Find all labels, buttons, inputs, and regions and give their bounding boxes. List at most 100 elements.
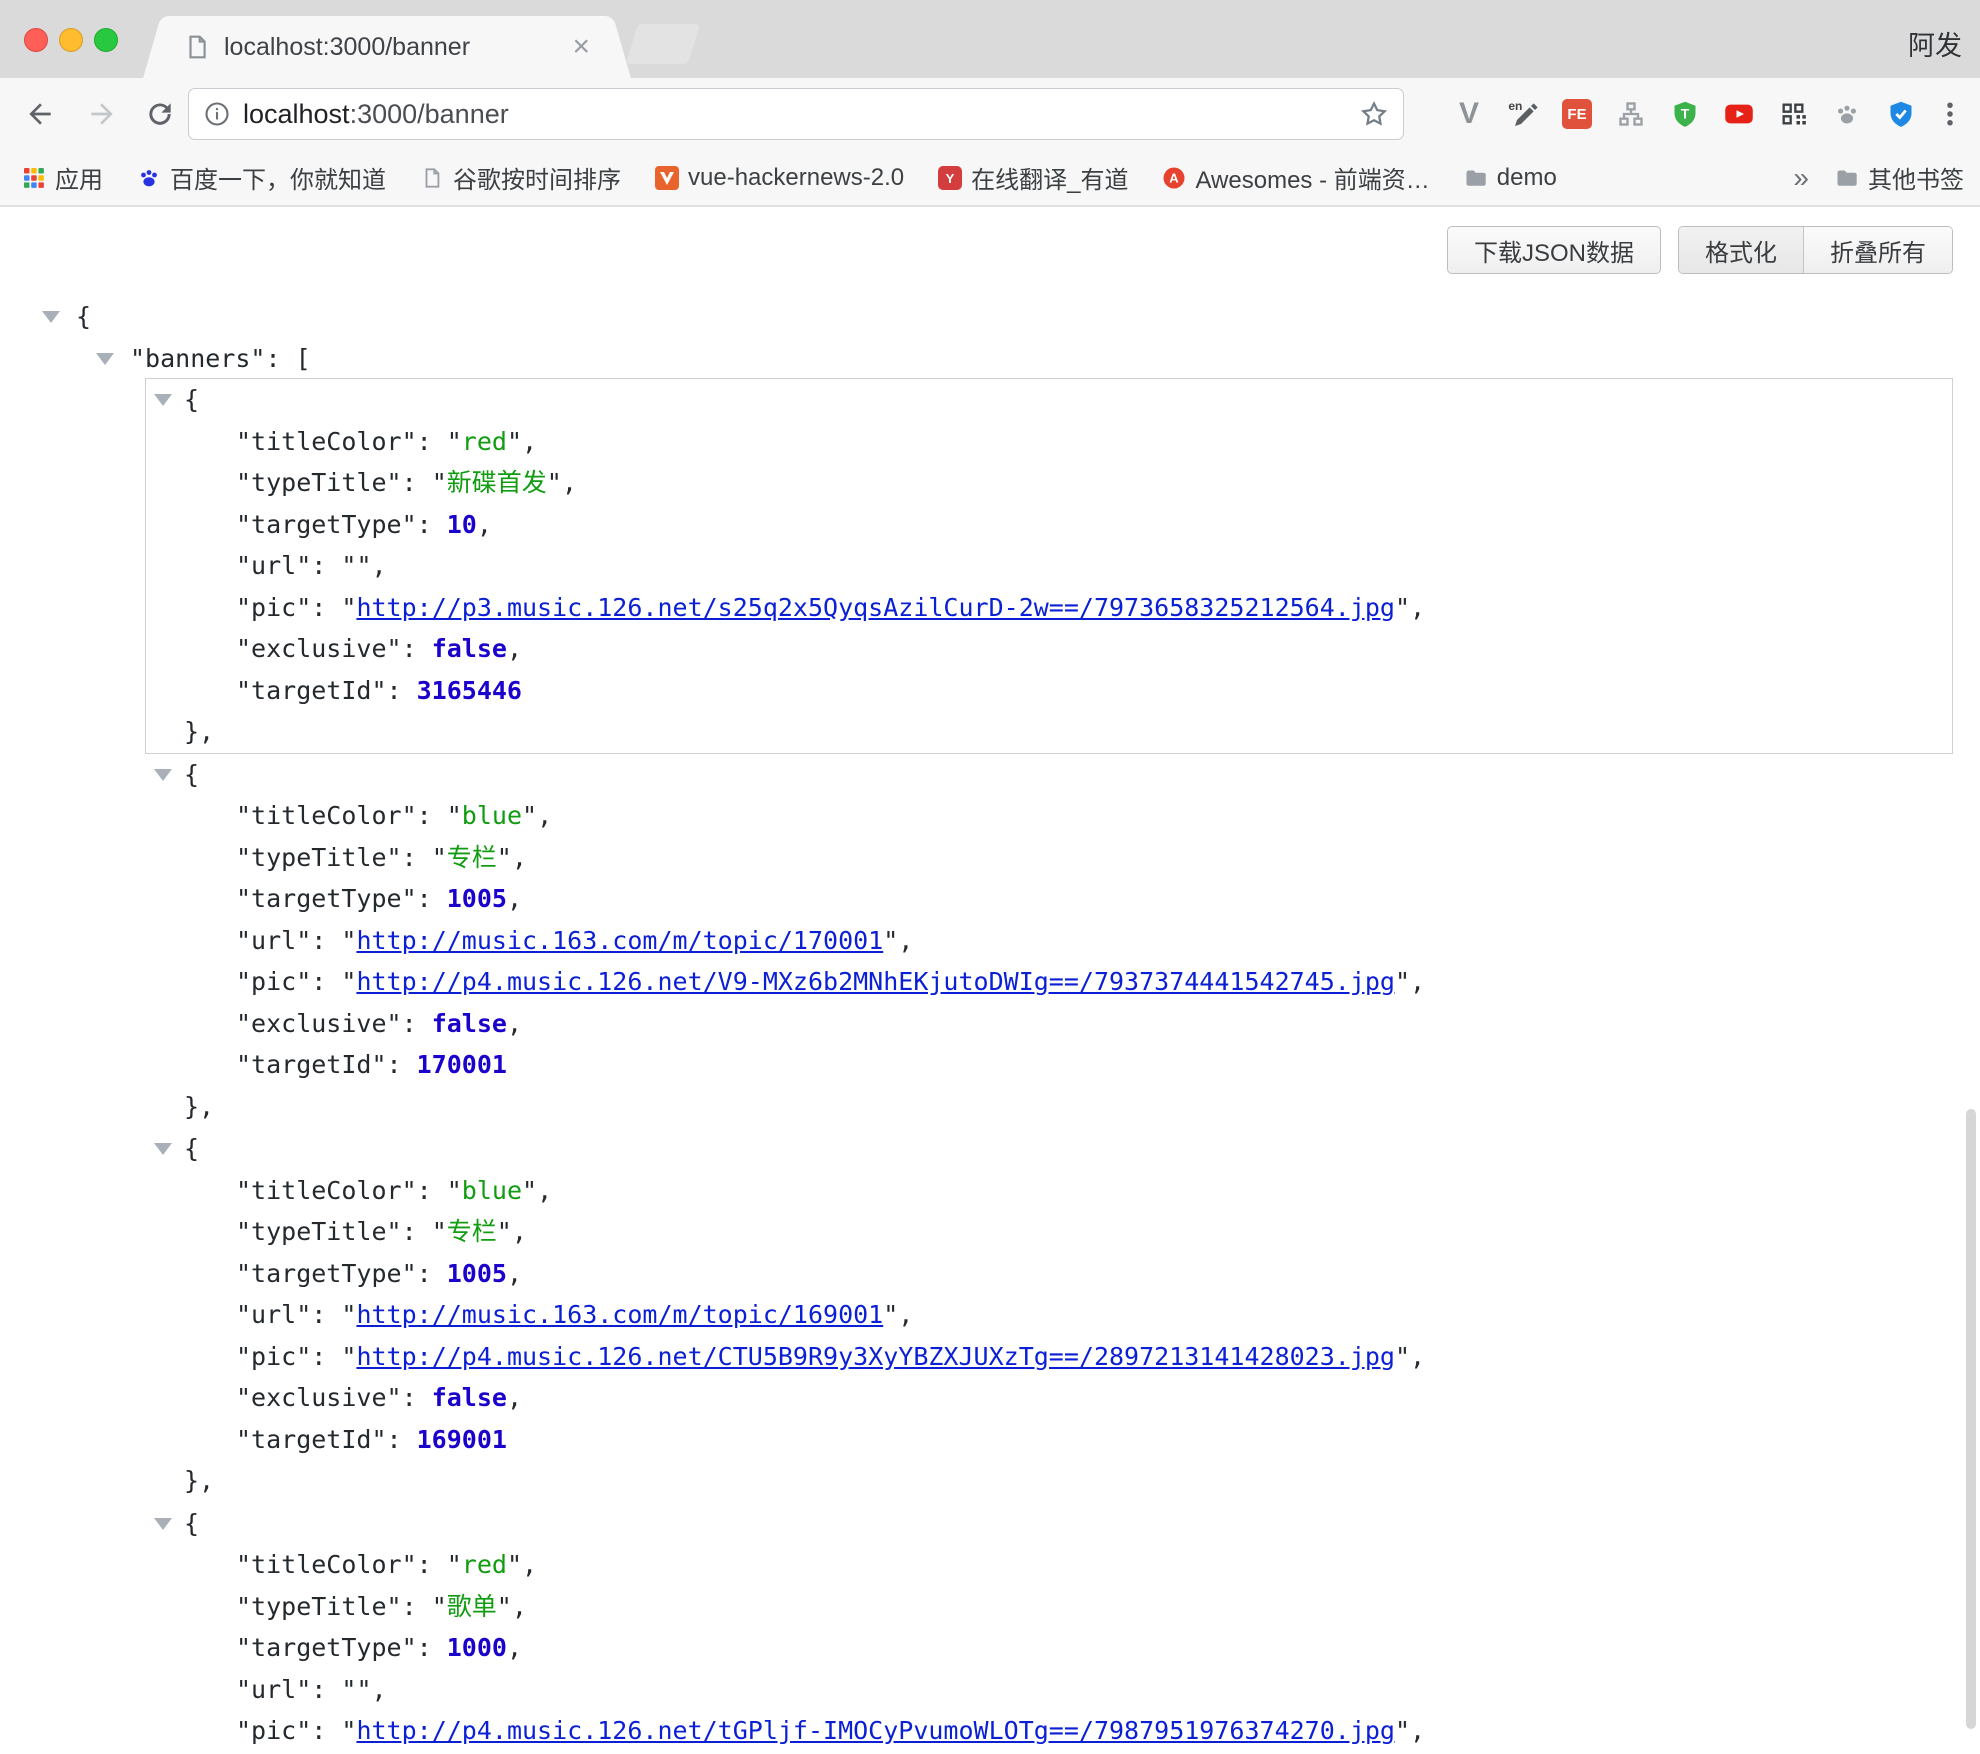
shield-check-icon[interactable] xyxy=(1880,92,1922,136)
bookmark-item[interactable]: 谷歌按时间排序 xyxy=(420,160,621,195)
json-token: : xyxy=(311,593,341,622)
json-token: : xyxy=(311,926,341,955)
json-token: , xyxy=(507,1633,522,1662)
collapse-all-button[interactable]: 折叠所有 xyxy=(1803,227,1952,273)
json-token: : xyxy=(402,1009,432,1038)
fehelper-icon[interactable]: FE xyxy=(1556,92,1598,136)
json-token: " xyxy=(341,1300,356,1329)
json-key: "exclusive" xyxy=(236,634,402,663)
json-token: : xyxy=(311,1716,341,1745)
close-window-button[interactable] xyxy=(24,28,48,52)
fullscreen-window-button[interactable] xyxy=(94,28,118,52)
json-token: : xyxy=(402,1592,432,1621)
profile-name: 阿发 xyxy=(1908,24,1962,63)
json-token: : xyxy=(402,468,432,497)
bookmark-item[interactable]: 百度一下，你就知道 xyxy=(137,160,386,195)
json-line: "pic": "http://p3.music.126.net/s25q2x5Q… xyxy=(146,587,1952,629)
download-json-button[interactable]: 下载JSON数据 xyxy=(1447,226,1661,274)
bookmark-item[interactable]: demo xyxy=(1464,164,1557,192)
extensions-area: Ven FE T xyxy=(1448,78,1922,150)
page-info-icon[interactable] xyxy=(203,100,231,128)
json-key: "titleColor" xyxy=(236,801,417,830)
svg-text:A: A xyxy=(1170,170,1180,185)
paw-icon[interactable] xyxy=(1826,92,1868,136)
bookmark-item[interactable]: 应用 xyxy=(22,160,103,195)
json-token: : xyxy=(311,551,341,580)
json-url-link[interactable]: http://p3.music.126.net/s25q2x5QyqsAzilC… xyxy=(356,593,1395,622)
json-string-value: red xyxy=(462,427,507,456)
json-token: " xyxy=(341,551,356,580)
json-line: { xyxy=(0,296,1980,338)
json-object: {"titleColor": "blue","typeTitle": "专栏",… xyxy=(145,753,1953,1129)
bookmark-item[interactable]: Y在线翻译_有道 xyxy=(938,160,1128,195)
json-line: "exclusive": false, xyxy=(146,628,1952,670)
new-tab-button[interactable] xyxy=(626,24,700,64)
other-bookmarks-folder[interactable]: 其他书签 xyxy=(1835,160,1964,195)
json-url-link[interactable]: http://p4.music.126.net/CTU5B9R9y3XyYBZX… xyxy=(356,1342,1395,1371)
json-boolean-value: false xyxy=(432,634,507,663)
browser-tab[interactable]: localhost:3000/banner × xyxy=(164,16,610,78)
t-shield-icon[interactable]: T xyxy=(1664,92,1706,136)
json-token: : xyxy=(417,510,447,539)
json-string-value: blue xyxy=(462,1176,522,1205)
json-token: : xyxy=(417,427,447,456)
json-string-value: 专栏 xyxy=(447,1217,497,1246)
reload-icon[interactable] xyxy=(142,96,178,132)
kebab-menu-icon[interactable] xyxy=(1932,96,1968,132)
json-key: "targetType" xyxy=(236,510,417,539)
qr-code-icon[interactable] xyxy=(1772,92,1814,136)
json-url-link[interactable]: http://p4.music.126.net/V9-MXz6b2MNhEKju… xyxy=(356,967,1395,996)
json-number-value: 1005 xyxy=(447,1259,507,1288)
collapse-toggle-icon[interactable] xyxy=(42,311,60,323)
json-line: }, xyxy=(146,1460,1952,1502)
vimium-v-icon[interactable]: V xyxy=(1448,92,1490,136)
json-token: : xyxy=(311,1300,341,1329)
bookmark-item[interactable]: vue-hackernews-2.0 xyxy=(655,164,904,192)
json-line: "targetType": 1005, xyxy=(146,878,1952,920)
json-token: " xyxy=(341,1675,356,1704)
scrollbar-thumb[interactable] xyxy=(1966,1109,1976,1729)
json-line: { xyxy=(146,1128,1952,1170)
bookmark-item[interactable]: AAwesomes - 前端资… xyxy=(1162,160,1429,195)
bookmark-label: vue-hackernews-2.0 xyxy=(688,164,904,192)
page-favicon-icon xyxy=(184,34,210,60)
collapse-toggle-icon[interactable] xyxy=(154,1143,172,1155)
json-line: "titleColor": "red", xyxy=(146,421,1952,463)
collapse-toggle-icon[interactable] xyxy=(154,394,172,406)
json-token: " xyxy=(447,1176,462,1205)
translate-pen-icon[interactable]: en xyxy=(1502,92,1544,136)
folder-icon xyxy=(1835,166,1859,190)
bookmarks-overflow-chevron[interactable]: » xyxy=(1793,162,1809,194)
json-url-link[interactable]: http://p4.music.126.net/tGPljf-IMOCyPvum… xyxy=(356,1716,1395,1745)
json-line: "exclusive": false, xyxy=(146,1003,1952,1045)
format-button[interactable]: 格式化 xyxy=(1679,227,1803,273)
org-chart-icon[interactable] xyxy=(1610,92,1652,136)
bookmark-label: 在线翻译_有道 xyxy=(971,160,1128,195)
collapse-toggle-icon[interactable] xyxy=(96,353,114,365)
back-icon[interactable] xyxy=(22,96,58,132)
forward-icon[interactable] xyxy=(84,96,120,132)
json-token: : xyxy=(311,967,341,996)
json-token: : xyxy=(402,634,432,663)
json-key: "targetType" xyxy=(236,884,417,913)
json-token: : xyxy=(311,1342,341,1371)
json-key: "url" xyxy=(236,1300,311,1329)
address-bar[interactable]: localhost:3000/banner xyxy=(188,88,1404,140)
json-url-link[interactable]: http://music.163.com/m/topic/169001 xyxy=(356,1300,883,1329)
json-token: { xyxy=(184,760,199,789)
collapse-toggle-icon[interactable] xyxy=(154,769,172,781)
apps-grid-icon xyxy=(22,166,46,190)
json-token: , xyxy=(522,427,537,456)
json-string-value: 歌单 xyxy=(447,1592,497,1621)
youtube-icon[interactable] xyxy=(1718,92,1760,136)
json-url-link[interactable]: http://music.163.com/m/topic/170001 xyxy=(356,926,883,955)
json-token: " xyxy=(497,1217,512,1246)
tab-close-icon[interactable]: × xyxy=(558,32,590,62)
json-token: " xyxy=(432,1592,447,1621)
minimize-window-button[interactable] xyxy=(59,28,83,52)
json-token: " xyxy=(1395,593,1410,622)
collapse-toggle-icon[interactable] xyxy=(154,1518,172,1530)
json-token: : xyxy=(402,843,432,872)
bookmark-star-icon[interactable] xyxy=(1359,99,1389,129)
json-number-value: 1005 xyxy=(447,884,507,913)
